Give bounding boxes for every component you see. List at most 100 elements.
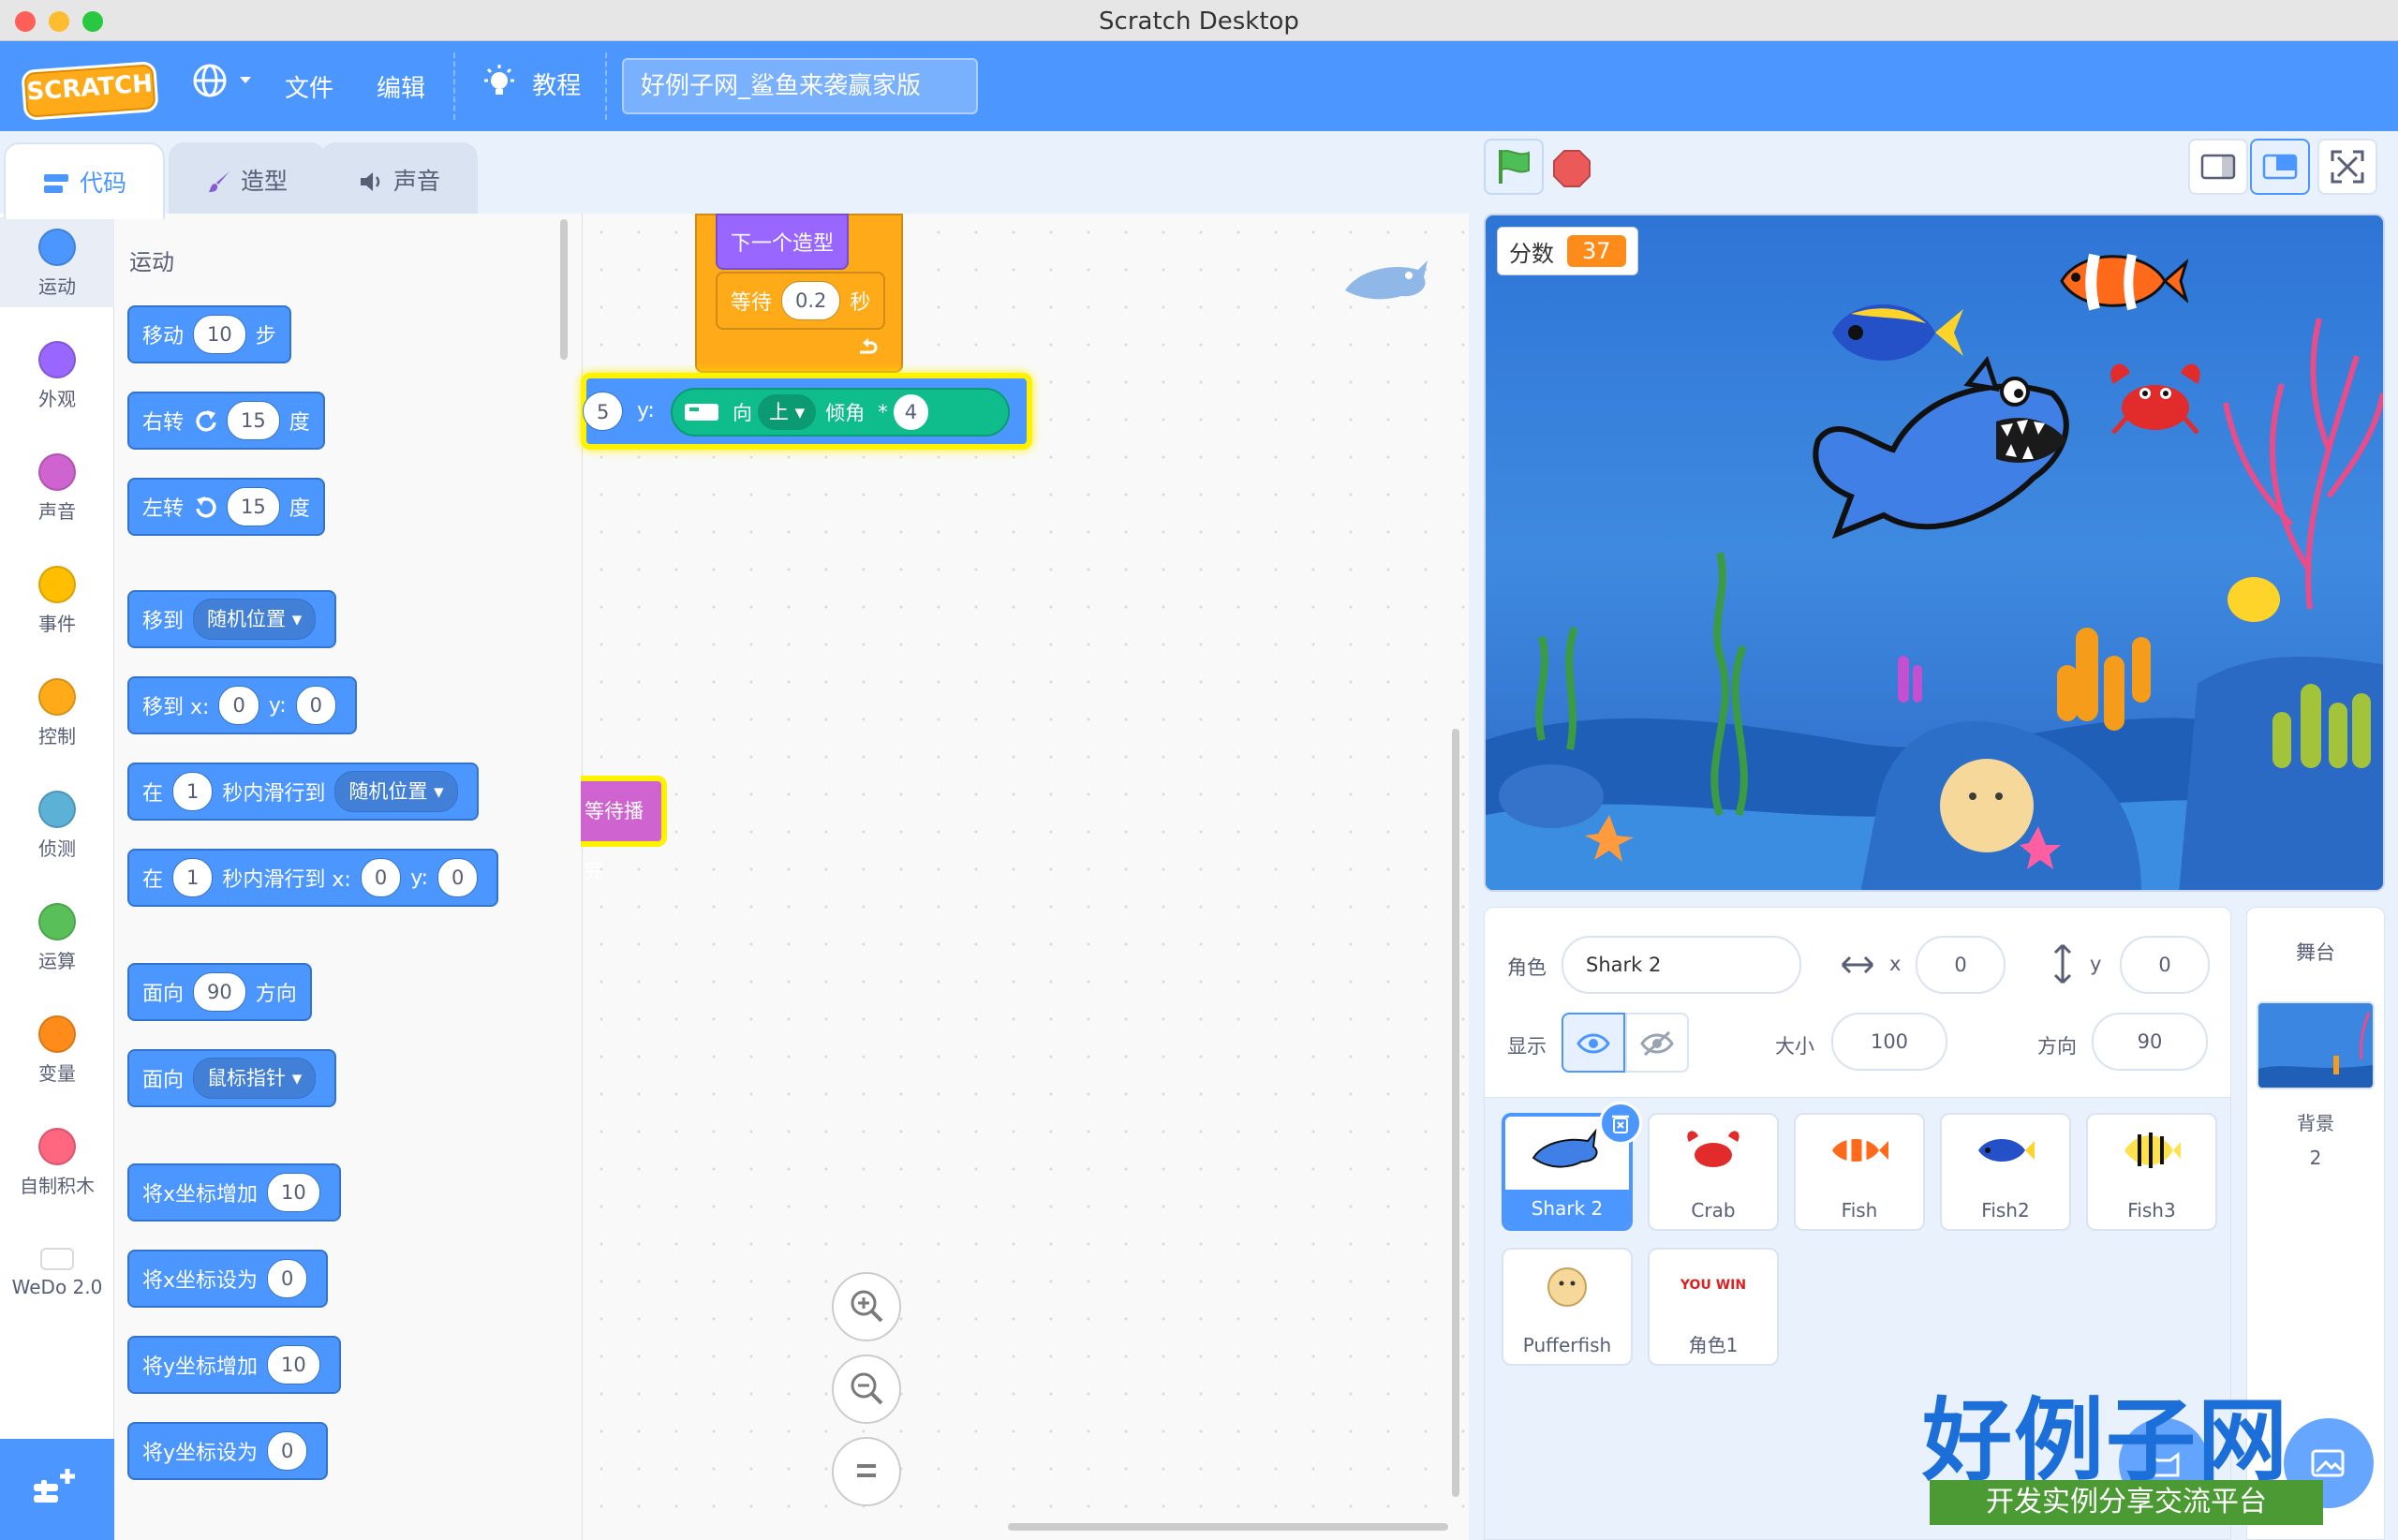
tilt-direction-dropdown[interactable]: 上 ▾ (758, 394, 817, 430)
script-workspace[interactable]: 下一个造型 等待 0.2 秒 5 y: 向 上 ▾ 倾角 * 4 等待播完 (581, 214, 1469, 1540)
small-stage-button[interactable] (2188, 139, 2248, 195)
block-next-costume[interactable]: 下一个造型 (716, 214, 850, 270)
workspace-horizontal-scrollbar[interactable] (1008, 1523, 1448, 1531)
file-menu[interactable]: 文件 (285, 69, 333, 104)
add-extension-button[interactable] (0, 1439, 114, 1540)
block-point-towards[interactable]: 面向 鼠标指针 ▾ (127, 1049, 337, 1107)
point-towards-dropdown[interactable]: 鼠标指针 ▾ (193, 1058, 317, 1099)
category-8[interactable]: 自制积木 (0, 1117, 114, 1207)
category-7[interactable]: 变量 (0, 1004, 114, 1094)
category-dot-icon (38, 566, 76, 603)
score-monitor[interactable]: 分数 37 (1497, 227, 1638, 275)
category-2[interactable]: 声音 (0, 442, 114, 532)
degrees-input[interactable]: 15 (227, 401, 280, 440)
category-4[interactable]: 控制 (0, 667, 114, 757)
seconds-input[interactable]: 1 (172, 772, 214, 811)
tab-code[interactable]: 代码 (4, 142, 165, 219)
palette-scrollbar[interactable] (560, 219, 568, 360)
direction-input[interactable]: 90 (193, 972, 246, 1012)
glide-target-dropdown[interactable]: 随机位置 ▾ (334, 771, 458, 812)
speaker-icon (361, 172, 380, 191)
tab-sounds[interactable]: 声音 (320, 142, 478, 219)
y-input[interactable]: 0 (295, 686, 337, 725)
category-5[interactable]: 侦测 (0, 779, 114, 869)
stop-icon[interactable] (1551, 148, 1592, 189)
block-set-x[interactable]: 将x坐标设为 0 (127, 1250, 329, 1308)
sprite-tile-pufferfish[interactable]: Pufferfish (1502, 1248, 1633, 1366)
steps-input[interactable]: 10 (193, 315, 246, 354)
workspace-vertical-scrollbar[interactable] (1452, 729, 1459, 1497)
green-flag-button[interactable] (1484, 139, 1544, 195)
sprite-tile-fish[interactable]: Fish (1794, 1113, 1925, 1231)
sprite-tile-fish3[interactable]: Fish3 (2086, 1113, 2217, 1231)
x-value-input[interactable]: 5 (583, 392, 624, 431)
category-0[interactable]: 运动 (0, 217, 114, 307)
stage-canvas[interactable]: 分数 37 (1484, 214, 2385, 892)
hide-sprite-button[interactable] (1625, 1013, 1689, 1073)
sprite-info-panel: 角色 Shark 2 x 0 y 0 显示 大小 100 方向 90 (1484, 907, 2231, 1098)
zoom-in-button[interactable] (832, 1272, 901, 1341)
eye-slash-icon (1640, 1030, 1674, 1057)
block-go-to[interactable]: 移到 随机位置 ▾ (127, 590, 337, 648)
block-move-steps[interactable]: 移动 10 步 (127, 305, 291, 363)
zoom-reset-button[interactable] (832, 1437, 901, 1506)
trash-icon (1612, 1115, 1629, 1133)
sprite-tile-label: Fish2 (1981, 1199, 2030, 1222)
sprite-name-input[interactable]: Shark 2 (1562, 936, 1801, 994)
category-3[interactable]: 事件 (0, 555, 114, 644)
delete-sprite-button[interactable] (1599, 1102, 1642, 1145)
scratch-logo[interactable]: SCRATCH (21, 61, 159, 121)
wait-seconds-input[interactable]: 0.2 (781, 281, 841, 320)
tab-costumes[interactable]: 造型 (169, 142, 326, 219)
x-set-input[interactable]: 0 (267, 1259, 308, 1298)
goto-target-dropdown[interactable]: 随机位置 ▾ (193, 599, 317, 640)
x-change-input[interactable]: 10 (267, 1173, 320, 1212)
block-go-to-xy[interactable]: 移到 x: 0 y: 0 (127, 676, 358, 734)
language-menu[interactable] (191, 62, 255, 106)
edit-menu[interactable]: 编辑 (377, 69, 425, 104)
block-turn-left[interactable]: 左转 15 度 (127, 478, 325, 536)
shark-thumbnail (1532, 1128, 1598, 1168)
project-title-input[interactable]: 好例子网_鲨鱼来袭赢家版 (622, 58, 978, 114)
sprite-tile-crab[interactable]: Crab (1648, 1113, 1779, 1231)
block-wait[interactable]: 等待 0.2 秒 (716, 272, 886, 330)
tutorials-menu[interactable]: 教程 (481, 64, 581, 103)
sprite-direction-input[interactable]: 90 (2092, 1013, 2208, 1071)
dropdown-value: 随机位置 (207, 608, 287, 630)
block-change-x[interactable]: 将x坐标增加 10 (127, 1163, 341, 1222)
x-input[interactable]: 0 (360, 858, 402, 897)
sprite-tile-fish2[interactable]: Fish2 (1940, 1113, 2071, 1231)
block-change-y[interactable]: 将y坐标增加 10 (127, 1336, 341, 1394)
block-glide-to[interactable]: 在 1 秒内滑行到 随机位置 ▾ (127, 763, 479, 821)
sprite-x-input[interactable]: 0 (1916, 936, 2006, 994)
sprite-size-input[interactable]: 100 (1831, 1013, 1947, 1071)
seconds-input[interactable]: 1 (172, 858, 214, 897)
y-input[interactable]: 0 (437, 858, 479, 897)
y-set-input[interactable]: 0 (267, 1431, 308, 1471)
zoom-out-button[interactable] (832, 1355, 901, 1424)
show-sprite-button[interactable] (1562, 1013, 1625, 1073)
stage-panel-title: 舞台 (2296, 941, 2335, 964)
underwater-thumbnail (2258, 1003, 2373, 1088)
degrees-input[interactable]: 15 (227, 487, 280, 526)
x-input[interactable]: 0 (218, 686, 259, 725)
block-turn-right[interactable]: 右转 15 度 (127, 392, 325, 450)
menu-separator (605, 52, 607, 120)
fullscreen-button[interactable] (2317, 139, 2377, 195)
operator-multiply-block[interactable]: 向 上 ▾ 倾角 * 4 (671, 388, 1010, 437)
backdrop-thumbnail[interactable] (2257, 1001, 2375, 1089)
block-point-in-direction[interactable]: 面向 90 方向 (127, 963, 312, 1021)
y-change-input[interactable]: 10 (267, 1345, 320, 1385)
block-glide-to-xy[interactable]: 在 1 秒内滑行到 x: 0 y: 0 (127, 849, 499, 907)
pufferfish-thumbnail (1547, 1267, 1587, 1307)
block-play-sound-until-done[interactable]: 等待播完 (581, 776, 667, 882)
sprite-tile-sprite1[interactable]: YOU WIN 角色1 (1648, 1248, 1779, 1366)
multiplier-input[interactable]: 4 (893, 394, 929, 430)
category-6[interactable]: 运算 (0, 892, 114, 982)
block-text: y: (410, 866, 429, 890)
category-9[interactable]: WeDo 2.0 (0, 1229, 114, 1319)
block-set-y[interactable]: 将y坐标设为 0 (127, 1422, 329, 1480)
sprite-y-input[interactable]: 0 (2120, 936, 2210, 994)
normal-stage-button[interactable] (2250, 139, 2310, 195)
category-1[interactable]: 外观 (0, 330, 114, 420)
